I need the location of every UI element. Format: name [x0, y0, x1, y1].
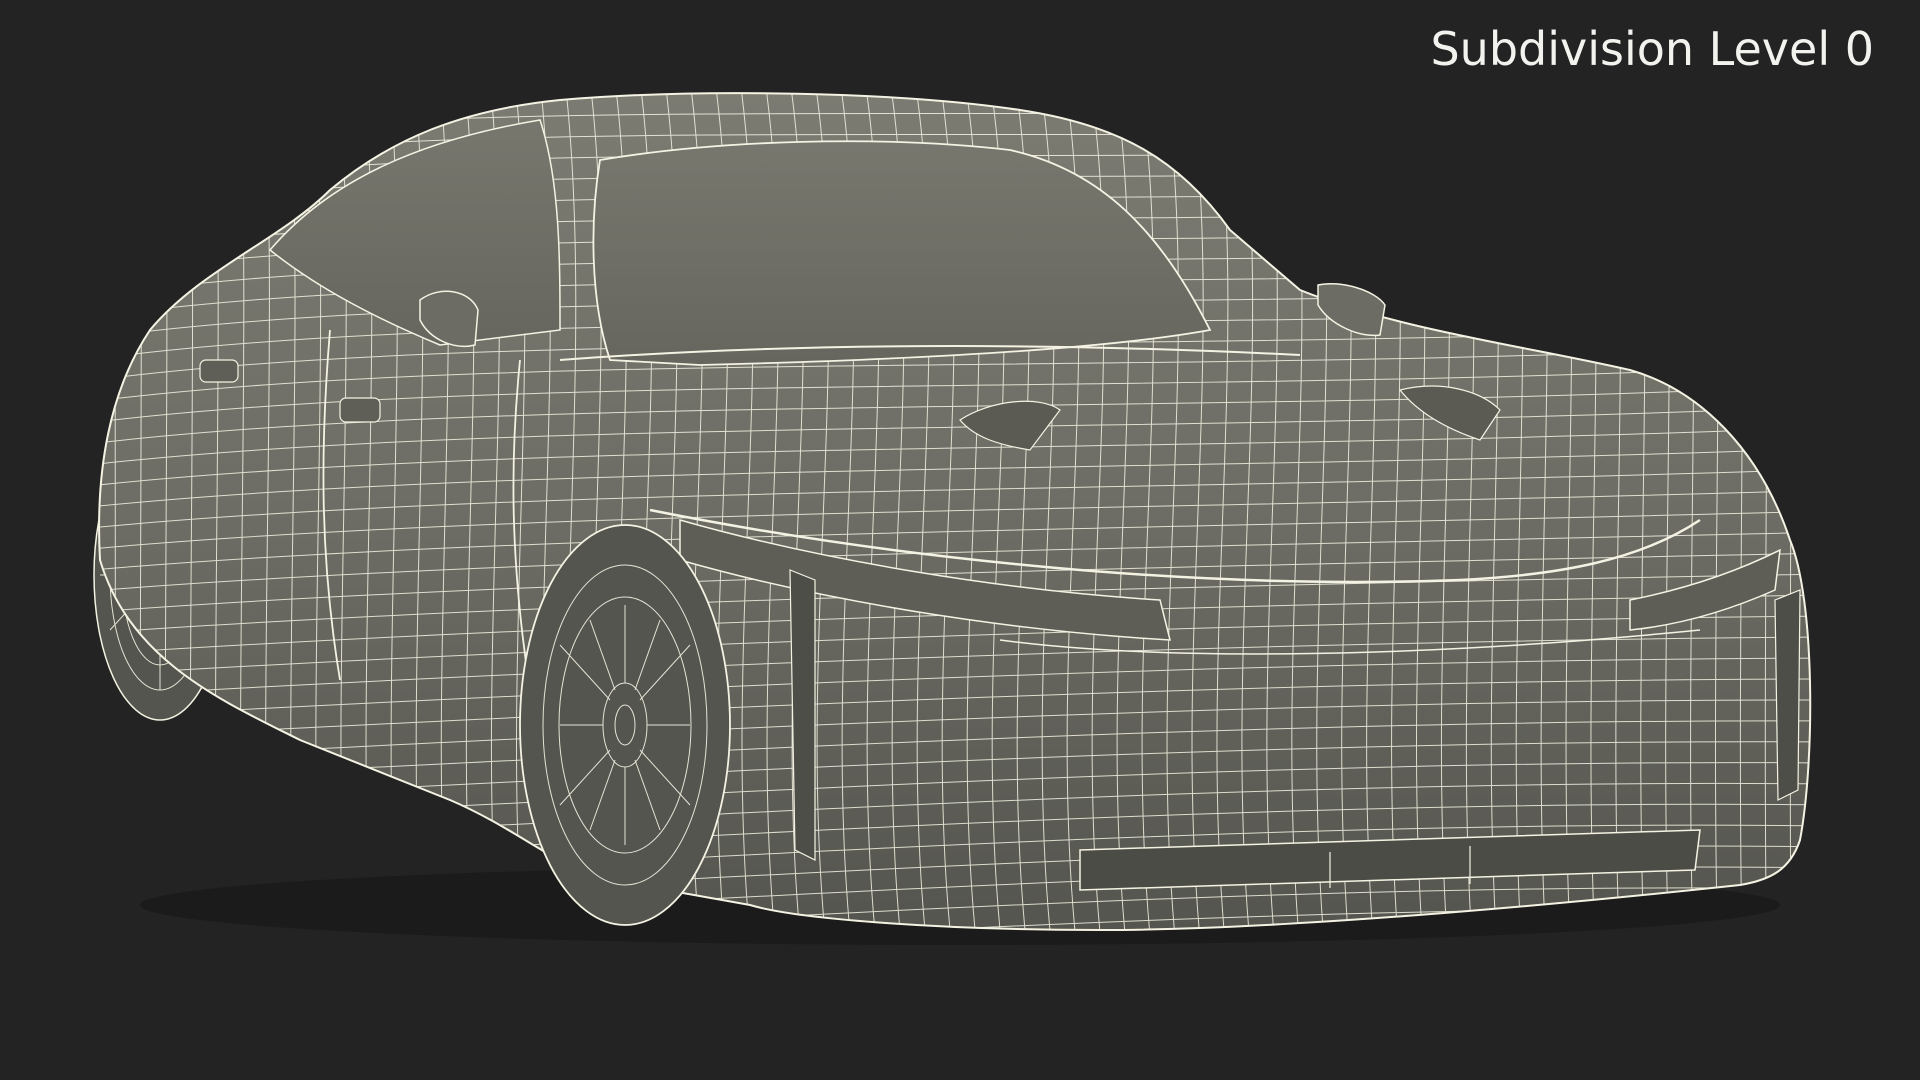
front-wheel — [519, 524, 731, 926]
wire-line-vertical — [1815, 80, 1816, 950]
car-body — [98, 80, 1816, 950]
render-viewport: Subdivision Level 0 — [0, 0, 1920, 1080]
wire-line-vertical — [114, 93, 117, 931]
subdivision-level-label: Subdivision Level 0 — [1430, 22, 1874, 76]
car-wireframe-render — [93, 80, 1816, 950]
